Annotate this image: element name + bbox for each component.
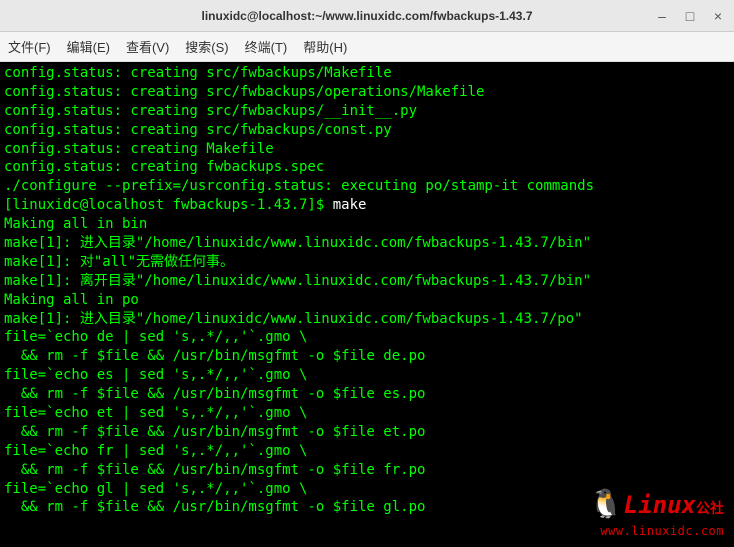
terminal-line: config.status: creating src/fwbackups/op… [4, 83, 730, 102]
terminal-line: && rm -f $file && /usr/bin/msgfmt -o $fi… [4, 423, 730, 442]
prompt-command: make [333, 197, 367, 213]
terminal-prompt-line: [linuxidc@localhost fwbackups-1.43.7]$ m… [4, 196, 730, 215]
terminal-content[interactable]: config.status: creating src/fwbackups/Ma… [0, 62, 734, 547]
terminal-line: config.status: creating src/fwbackups/Ma… [4, 64, 730, 83]
menu-search[interactable]: 搜索(S) [185, 37, 228, 56]
menubar: 文件(F) 编辑(E) 查看(V) 搜索(S) 终端(T) 帮助(H) [0, 32, 734, 62]
menu-view[interactable]: 查看(V) [126, 37, 169, 56]
terminal-line: make[1]: 进入目录"/home/linuxidc/www.linuxid… [4, 234, 730, 253]
terminal-line: make[1]: 离开目录"/home/linuxidc/www.linuxid… [4, 272, 730, 291]
menu-edit[interactable]: 编辑(E) [67, 37, 110, 56]
terminal-line: config.status: creating Makefile [4, 140, 730, 159]
terminal-line: && rm -f $file && /usr/bin/msgfmt -o $fi… [4, 347, 730, 366]
terminal-line: Making all in po [4, 291, 730, 310]
terminal-line: make[1]: 进入目录"/home/linuxidc/www.linuxid… [4, 310, 730, 329]
maximize-button[interactable]: □ [682, 8, 698, 24]
menu-terminal[interactable]: 终端(T) [245, 37, 288, 56]
terminal-line: make[1]: 对"all"无需做任何事。 [4, 253, 730, 272]
prompt-text: [linuxidc@localhost fwbackups-1.43.7]$ [4, 197, 333, 213]
terminal-line: && rm -f $file && /usr/bin/msgfmt -o $fi… [4, 498, 730, 517]
terminal-line: file=`echo gl | sed 's,.*/,,'`.gmo \ [4, 480, 730, 499]
titlebar: linuxidc@localhost:~/www.linuxidc.com/fw… [0, 0, 734, 32]
terminal-line: file=`echo et | sed 's,.*/,,'`.gmo \ [4, 404, 730, 423]
terminal-line: file=`echo fr | sed 's,.*/,,'`.gmo \ [4, 442, 730, 461]
menu-help[interactable]: 帮助(H) [303, 37, 347, 56]
terminal-line: config.status: creating fwbackups.spec [4, 158, 730, 177]
terminal-line: file=`echo es | sed 's,.*/,,'`.gmo \ [4, 366, 730, 385]
window-controls: – □ × [654, 8, 726, 24]
minimize-button[interactable]: – [654, 8, 670, 24]
close-button[interactable]: × [710, 8, 726, 24]
menu-file[interactable]: 文件(F) [8, 37, 51, 56]
watermark-url: www.linuxidc.com [600, 523, 724, 539]
terminal-line: file=`echo de | sed 's,.*/,,'`.gmo \ [4, 328, 730, 347]
terminal-line: && rm -f $file && /usr/bin/msgfmt -o $fi… [4, 385, 730, 404]
terminal-line: ./configure --prefix=/usrconfig.status: … [4, 177, 730, 196]
window-title: linuxidc@localhost:~/www.linuxidc.com/fw… [201, 9, 532, 23]
terminal-line: && rm -f $file && /usr/bin/msgfmt -o $fi… [4, 461, 730, 480]
terminal-line: config.status: creating src/fwbackups/__… [4, 102, 730, 121]
terminal-line: config.status: creating src/fwbackups/co… [4, 121, 730, 140]
terminal-line: Making all in bin [4, 215, 730, 234]
